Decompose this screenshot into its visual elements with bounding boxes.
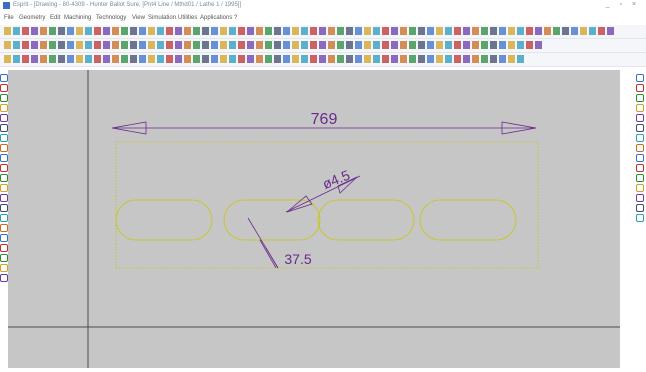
diameter-dimension[interactable]: ø4.5 (285, 167, 361, 213)
cad-drawing: 769 ø4.5 37.5 (8, 70, 620, 368)
part-outline[interactable] (115, 141, 539, 269)
slot-4[interactable] (419, 199, 517, 241)
slot-1[interactable] (115, 199, 213, 241)
length-dimension[interactable]: 769 (111, 111, 537, 135)
slot-3[interactable] (317, 199, 415, 241)
angle-dimension[interactable]: 37.5 (247, 217, 312, 269)
dimension-length-label: 769 (311, 111, 338, 128)
dimension-angle-label: 37.5 (284, 251, 311, 267)
dimension-diameter-label: ø4.5 (320, 167, 352, 192)
